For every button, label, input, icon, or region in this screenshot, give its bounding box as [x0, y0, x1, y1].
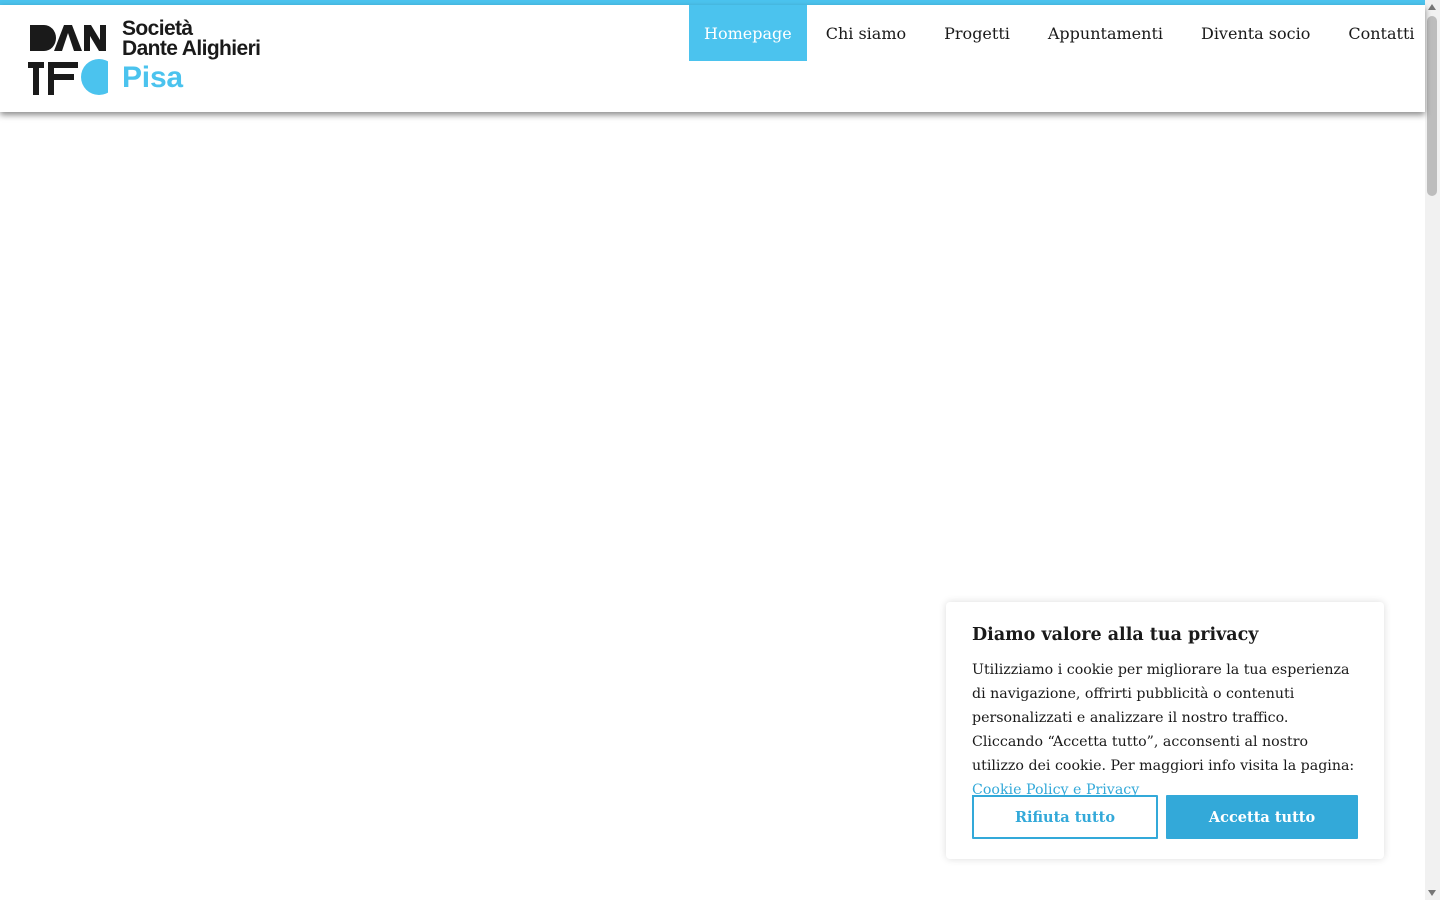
accept-all-button[interactable]: Accetta tutto [1166, 795, 1358, 839]
cookie-banner-text: Utilizziamo i cookie per migliorare la t… [972, 658, 1358, 802]
site-header: Società Dante Alighieri Pisa Homepage Ch… [0, 5, 1425, 112]
dante-logo-mark-icon [28, 25, 108, 95]
cookie-banner-body: Utilizziamo i cookie per migliorare la t… [972, 662, 1355, 774]
cookie-button-row: Rifiuta tutto Accetta tutto [972, 795, 1358, 839]
page: Società Dante Alighieri Pisa Homepage Ch… [0, 0, 1440, 900]
nav-item-progetti[interactable]: Progetti [925, 5, 1029, 61]
nav-item-homepage[interactable]: Homepage [689, 5, 807, 61]
main-navigation: Homepage Chi siamo Progetti Appuntamenti… [689, 5, 1433, 61]
page-scrollbar[interactable] [1425, 0, 1440, 900]
scroll-down-arrow-icon[interactable] [1428, 890, 1436, 896]
logo-line-societa: Società [122, 17, 193, 40]
site-logo[interactable]: Società Dante Alighieri Pisa [28, 17, 268, 99]
nav-item-appuntamenti[interactable]: Appuntamenti [1029, 5, 1182, 61]
cookie-consent-banner: Diamo valore alla tua privacy Utilizziam… [946, 602, 1384, 859]
cookie-banner-title: Diamo valore alla tua privacy [972, 625, 1259, 645]
nav-item-diventa-socio[interactable]: Diventa socio [1182, 5, 1329, 61]
logo-wordmark: Società Dante Alighieri Pisa [122, 17, 261, 94]
reject-all-button[interactable]: Rifiuta tutto [972, 795, 1158, 839]
nav-item-chi-siamo[interactable]: Chi siamo [807, 5, 925, 61]
logo-city-pisa: Pisa [122, 61, 183, 94]
logo-line-dante-alighieri: Dante Alighieri [122, 37, 261, 60]
nav-item-contatti[interactable]: Contatti [1329, 5, 1433, 61]
